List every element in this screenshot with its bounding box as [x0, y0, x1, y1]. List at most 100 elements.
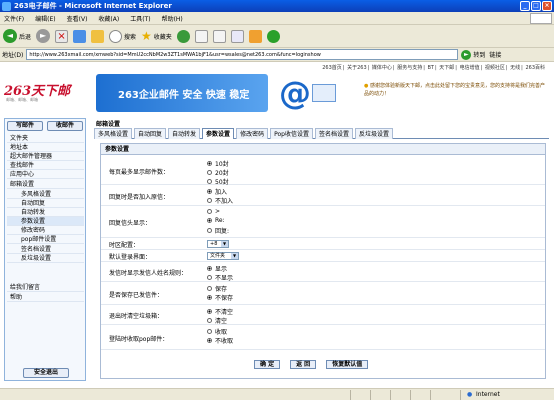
tab-item[interactable]: 自动回复	[134, 128, 167, 139]
receive-mail-button[interactable]: 收邮件	[47, 121, 83, 131]
favorites-button[interactable]: ★ 收藏夹	[141, 29, 172, 43]
nav-item[interactable]: 签名档设置	[7, 245, 84, 254]
print-icon[interactable]	[212, 29, 226, 43]
radio-button[interactable]	[207, 295, 212, 300]
top-nav-item[interactable]: 服务与支持	[397, 65, 422, 71]
address-input[interactable]: http://www.263xmail.com/xmweb?sid=MmU2cc…	[26, 49, 459, 60]
tab-item[interactable]: 反垃圾设置	[354, 128, 393, 139]
maximize-button[interactable]: □	[531, 1, 541, 11]
stop-icon[interactable]: ×	[55, 29, 69, 43]
setting-select[interactable]: +8 ▼	[207, 240, 229, 248]
setting-option[interactable]: Re:	[207, 217, 225, 224]
search-button[interactable]: 搜索	[109, 29, 136, 43]
radio-button[interactable]	[207, 318, 212, 323]
radio-button[interactable]	[207, 170, 212, 175]
top-nav-item[interactable]: 天下邮	[439, 65, 454, 71]
nav-item[interactable]: 地址本	[7, 143, 84, 152]
setting-option[interactable]: 回复:	[207, 226, 229, 235]
tab-item[interactable]: Pop收信设置	[270, 128, 313, 139]
discuss-icon[interactable]	[248, 29, 262, 43]
setting-option[interactable]: 不显示	[207, 273, 233, 282]
menu-favorites[interactable]: 收藏(A)	[98, 14, 119, 23]
nav-item[interactable]: 自动回复	[7, 199, 84, 208]
setting-option[interactable]: 不收取	[207, 336, 233, 345]
setting-option[interactable]: >	[207, 208, 220, 215]
setting-option[interactable]: 清空	[207, 316, 227, 325]
setting-option[interactable]: 20封	[207, 168, 229, 177]
radio-button[interactable]	[207, 286, 212, 291]
radio-button[interactable]	[207, 209, 212, 214]
tab-item[interactable]: 签名档设置	[314, 128, 353, 139]
nav-item[interactable]: 修改密码	[7, 226, 84, 235]
refresh-icon[interactable]	[73, 29, 87, 43]
setting-option[interactable]: 不加入	[207, 196, 233, 205]
tab-item[interactable]: 自动转发	[168, 128, 201, 139]
nav-item[interactable]: 多风格设置	[7, 190, 84, 199]
radio-button[interactable]	[207, 179, 212, 184]
menu-tools[interactable]: 工具(T)	[130, 14, 150, 23]
back-button[interactable]: ◄ 后退	[3, 29, 31, 43]
tab-item[interactable]: 参数设置	[202, 128, 235, 139]
messenger-icon[interactable]	[266, 29, 280, 43]
setting-option[interactable]: 保存	[207, 284, 227, 293]
nav-item[interactable]: 邮箱设置	[7, 180, 84, 189]
radio-button[interactable]	[207, 228, 212, 233]
feedback-notice[interactable]: ● 感谢您体验新版天下邮，点击此处留下您的宝贵意见，您的支持将是我们完善产品的动…	[364, 82, 546, 98]
radio-button[interactable]	[207, 266, 212, 271]
setting-select[interactable]: 文件夹 ▼	[207, 252, 239, 260]
menu-view[interactable]: 查看(V)	[67, 14, 88, 23]
setting-option[interactable]: 收取	[207, 327, 227, 336]
nav-item[interactable]: 反垃圾设置	[7, 254, 84, 263]
setting-option[interactable]: 不保存	[207, 293, 233, 302]
nav-item[interactable]: 超大邮件管理器	[7, 152, 84, 161]
top-nav-item[interactable]: 关于263	[347, 65, 367, 71]
setting-option[interactable]: 加入	[207, 187, 227, 196]
tab-item[interactable]: 多风格设置	[94, 128, 133, 139]
edit-icon[interactable]	[230, 29, 244, 43]
ok-button[interactable]: 确 定	[254, 360, 281, 369]
history-icon[interactable]	[176, 29, 190, 43]
top-nav-item[interactable]: 263首页	[322, 65, 342, 71]
restore-defaults-button[interactable]: 恢复默认值	[326, 360, 369, 369]
forward-button[interactable]: ►	[36, 29, 51, 43]
top-nav-item[interactable]: 媒体中心	[372, 65, 392, 71]
nav-item[interactable]: 文件夹	[7, 134, 84, 143]
home-icon[interactable]	[91, 29, 105, 43]
write-mail-button[interactable]: 写邮件	[7, 121, 43, 131]
chevron-down-icon[interactable]: ▼	[221, 241, 228, 247]
nav-item[interactable]: 查找邮件	[7, 161, 84, 170]
top-nav-item[interactable]: 电信增值	[460, 65, 480, 71]
top-nav-item[interactable]: 263百科	[525, 65, 545, 71]
top-nav-item[interactable]: BT	[428, 65, 434, 71]
nav-item[interactable]: 给我们留言	[7, 283, 84, 292]
radio-button[interactable]	[207, 329, 212, 334]
setting-option[interactable]: 10封	[207, 159, 229, 168]
radio-button[interactable]	[207, 309, 212, 314]
tab-item[interactable]: 修改密码	[236, 128, 269, 139]
radio-button[interactable]	[207, 218, 212, 223]
radio-button[interactable]	[207, 275, 212, 280]
menu-edit[interactable]: 编辑(E)	[35, 14, 55, 23]
radio-button[interactable]	[207, 198, 212, 203]
radio-button[interactable]	[207, 338, 212, 343]
top-nav-item[interactable]: 无线	[510, 65, 520, 71]
menu-help[interactable]: 帮助(H)	[162, 14, 183, 23]
nav-item[interactable]: 参数设置	[7, 217, 84, 226]
close-button[interactable]: ×	[542, 1, 552, 11]
radio-button[interactable]	[207, 161, 212, 166]
links-label[interactable]: 链接	[489, 50, 501, 59]
mail-icon[interactable]	[194, 29, 208, 43]
minimize-button[interactable]: _	[520, 1, 530, 11]
radio-button[interactable]	[207, 189, 212, 194]
chevron-down-icon[interactable]: ▼	[231, 253, 238, 259]
nav-item[interactable]: pop邮件设置	[7, 235, 84, 244]
logout-button[interactable]: 安全退出	[23, 368, 69, 378]
top-nav-item[interactable]: 视频社区	[485, 65, 505, 71]
nav-item[interactable]: 帮助	[7, 293, 84, 302]
menu-file[interactable]: 文件(F)	[4, 14, 24, 23]
nav-item[interactable]: 自动转发	[7, 208, 84, 217]
setting-option[interactable]: 显示	[207, 264, 227, 273]
setting-option[interactable]: 不清空	[207, 307, 233, 316]
back-page-button[interactable]: 返 回	[290, 360, 317, 369]
nav-item[interactable]: 应用中心	[7, 170, 84, 179]
